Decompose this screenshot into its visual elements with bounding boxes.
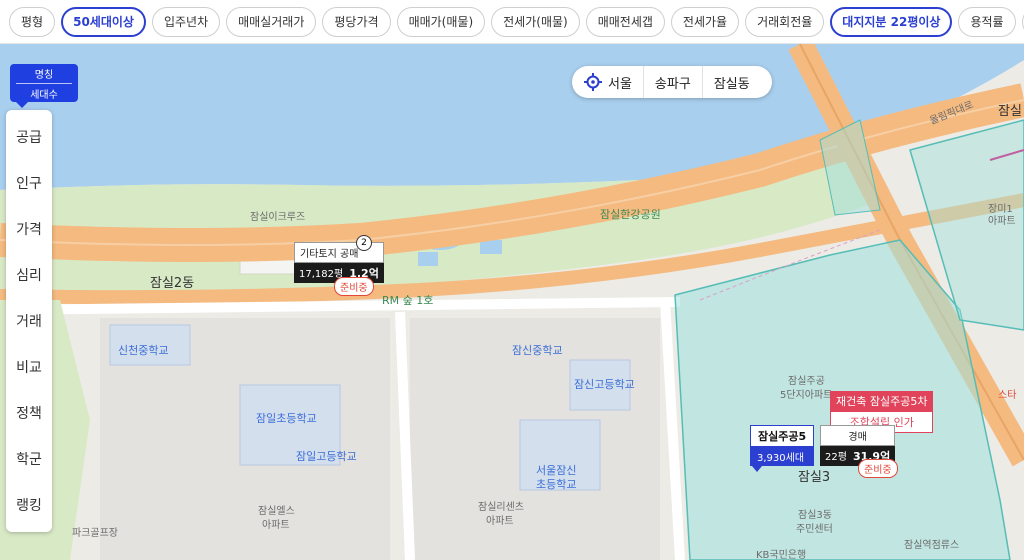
status-badge-auction: 준비중 [858, 459, 898, 478]
poi-label-center-1: 잠실3동 [798, 510, 832, 521]
callout-apartment-name: 잠실주공5 [750, 425, 815, 447]
count-badge: 2 [356, 235, 372, 251]
apt-label-jangmi-2: 아파트 [988, 216, 1016, 227]
filter-chip[interactable]: 전세가율 [670, 6, 740, 37]
callout-land-type: 공매 [340, 249, 359, 260]
filter-chip[interactable]: 대지지분 22평이상 [830, 6, 953, 37]
apt-label-ricents-1: 잠실리센츠 [478, 502, 524, 513]
callout-apartment[interactable]: 잠실주공5 3,930세대 [750, 425, 815, 472]
school-label-jamil-es: 잠일초등학교 [256, 412, 317, 425]
filter-chip[interactable]: 매매실거래가 [226, 6, 317, 37]
callout-redevelopment-title: 재건축 잠실주공5차 [830, 391, 934, 411]
poi-label-rm-forest: RM 숲 1호 [382, 294, 434, 307]
poi-label-jamsil-station: 잠실역점류스 [904, 540, 960, 551]
layer-toggle-divider [16, 82, 72, 84]
school-label-jamsin-ms: 잠신중학교 [512, 344, 563, 357]
area-label-jamsil3: 잠실3 [798, 470, 831, 485]
filter-chip[interactable]: 매매가(매물) [396, 6, 486, 37]
filter-chip[interactable]: 매매전세갭 [585, 6, 665, 37]
poi-label-star: 스타 [998, 390, 1017, 401]
side-menu-item[interactable]: 비교 [6, 344, 52, 390]
filter-chip[interactable]: 용적률 [958, 6, 1016, 37]
layer-toggle[interactable]: 명칭 세대수 [10, 64, 78, 108]
side-menu-item[interactable]: 심리 [6, 252, 52, 298]
side-menu-item[interactable]: 학군 [6, 436, 52, 482]
side-menu-item[interactable]: 공급 [6, 114, 52, 160]
area-label-jamsil: 잠실 [998, 104, 1022, 119]
school-label-seoul-jamsin-es-2: 초등학교 [536, 478, 577, 491]
school-label-sincheon-ms: 신천중학교 [118, 344, 169, 357]
callout-auction-type: 경매 [820, 425, 896, 446]
school-label-jamil-hs: 잠일고등학교 [296, 450, 357, 463]
school-label-jamsin-hs: 잠신고등학교 [574, 378, 635, 391]
crosshair-icon[interactable] [584, 73, 602, 91]
location-breadcrumb: 서울 송파구 잠실동 [572, 66, 772, 98]
poi-label-cruise: 잠실이크루즈 [250, 212, 306, 223]
filter-chip[interactable]: 평당가격 [322, 6, 391, 37]
filter-chip[interactable]: 입주년차 [151, 6, 221, 37]
side-menu-item[interactable]: 랭킹 [6, 482, 52, 528]
side-menu-item[interactable]: 거래 [6, 298, 52, 344]
callout-auction-area: 22평 [825, 452, 847, 463]
filter-chip[interactable]: 전세가(매물) [491, 6, 580, 37]
poi-label-park-golf: 파크골프장 [72, 528, 118, 539]
side-menu: 공급 인구 가격 심리 거래 비교 정책 학군 랭킹 [6, 110, 52, 532]
apt-label-jamsil5-1: 잠실주공 [788, 376, 825, 387]
apt-label-jamsil-els-1: 잠실엘스 [258, 506, 295, 517]
side-menu-item[interactable]: 정책 [6, 390, 52, 436]
status-badge-land: 준비중 [334, 277, 374, 296]
callout-apartment-households: 3,930세대 [750, 447, 815, 466]
layer-toggle-name: 명칭 [34, 69, 54, 81]
callout-land-title: 기타토지 [300, 249, 337, 260]
location-district[interactable]: 송파구 [642, 66, 702, 98]
area-label-jamsil2dong: 잠실2동 [150, 276, 195, 291]
filter-chip[interactable]: 거래회전율 [745, 6, 825, 37]
layer-toggle-households: 세대수 [30, 89, 58, 101]
location-dong[interactable]: 잠실동 [701, 66, 761, 98]
filter-chip[interactable]: 50세대이상 [61, 6, 146, 37]
location-city[interactable]: 서울 [606, 66, 643, 98]
poi-label-center-2: 주민센터 [796, 524, 833, 535]
poi-label-hangang-park: 잠실한강공원 [600, 208, 661, 221]
filter-chip[interactable]: 평형 [9, 6, 56, 37]
poi-label-kb-bank: KB국민은행 [756, 550, 807, 560]
side-menu-item[interactable]: 인구 [6, 160, 52, 206]
apt-label-jamsil5-2: 5단지아파트 [780, 390, 833, 401]
filter-bar: 평형 50세대이상 입주년차 매매실거래가 평당가격 매매가(매물) 전세가(매물) 매매전세… [0, 0, 1024, 44]
apt-label-jamsil-els-2: 아파트 [262, 520, 290, 531]
side-menu-item[interactable]: 가격 [6, 206, 52, 252]
apt-label-ricents-2: 아파트 [486, 516, 514, 527]
